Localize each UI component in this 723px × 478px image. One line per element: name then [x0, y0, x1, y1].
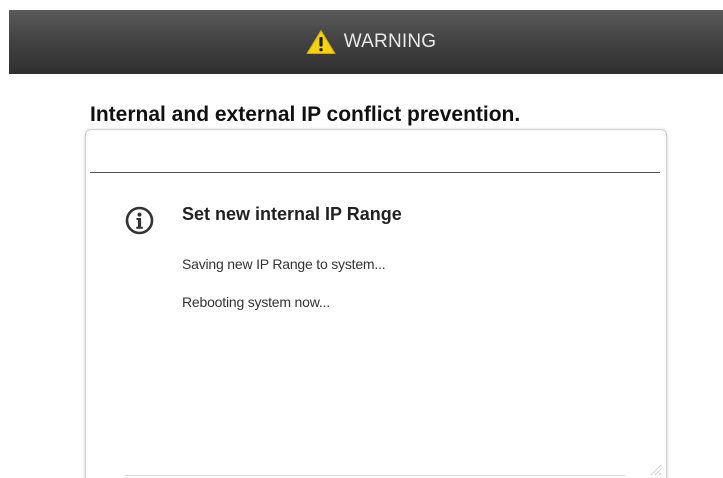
info-circle-icon: [125, 206, 154, 235]
dialog-title: Set new internal IP Range: [182, 204, 402, 224]
page-title: Internal and external IP conflict preven…: [90, 103, 521, 126]
warning-triangle-icon: [306, 29, 336, 55]
dialog-footer-rule: [125, 475, 625, 476]
warning-label: WARNING: [343, 31, 437, 52]
dialog-panel: [85, 129, 667, 478]
dialog-divider: [90, 172, 660, 173]
warning-bar: WARNING: [9, 10, 723, 74]
status-line-saving: Saving new IP Range to system...: [182, 256, 386, 272]
status-line-rebooting: Rebooting system now...: [182, 294, 330, 310]
page: WARNING Internal and external IP conflic…: [0, 0, 723, 478]
resize-grip-icon[interactable]: [648, 462, 662, 476]
warning-header: WARNING: [306, 29, 437, 55]
